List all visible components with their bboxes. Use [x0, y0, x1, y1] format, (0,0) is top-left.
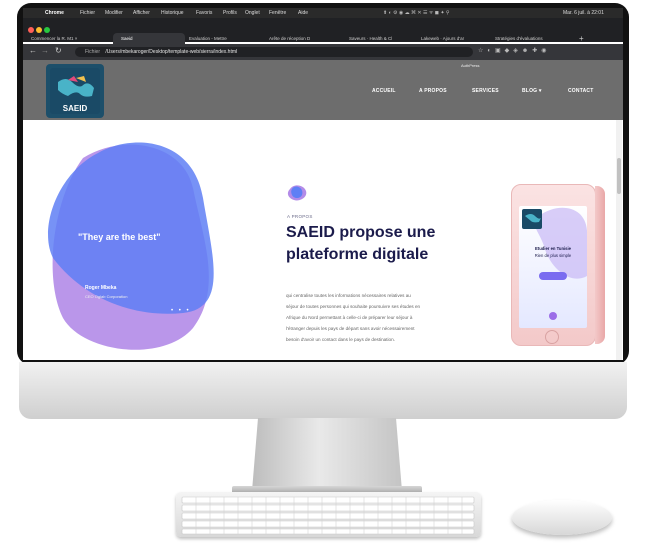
keyboard	[176, 492, 481, 537]
phone-home-button	[545, 330, 559, 344]
new-tab-button[interactable]: +	[579, 33, 589, 44]
tab-commencer[interactable]: Commencer la R. M1 ×	[31, 33, 109, 44]
testimonial-company: CEO Oglab Corporation	[85, 294, 128, 299]
phone-side	[595, 186, 605, 344]
hero-body-line: qui centralise toutes les informations n…	[286, 293, 411, 298]
keyboard-keys	[181, 496, 475, 535]
nav-blog[interactable]: BLOG ▾	[522, 88, 542, 94]
monitor-stand	[252, 418, 402, 491]
menu-item-tab[interactable]: Onglet	[245, 8, 260, 18]
status-icons: ⬆ ◐ ⚙ ◉ ☁ ⌘ ✕ ☰ ᯤ ◼ ✦ ⚲	[383, 10, 450, 16]
phone-screen: Etudier en Tunisie Rien de plus simple	[519, 206, 587, 328]
hero-body-line: l'étranger depuis les pays de départ san…	[286, 326, 415, 331]
decor-blob-icon	[287, 185, 307, 201]
tab-saeid[interactable]: Saeid	[113, 33, 185, 44]
tab-saeid-label: Saeid	[121, 36, 133, 41]
menu-item-window[interactable]: Fenêtre	[269, 8, 286, 18]
menu-app-name[interactable]: Chrome	[45, 8, 64, 18]
address-bar[interactable]: Fichier /Users/mbekaroger/Desktop/templa…	[75, 47, 473, 57]
hero-blob-graphic	[48, 142, 214, 350]
tab-lakeweb[interactable]: Lakeweb · Ajours d'ar	[421, 33, 487, 44]
mouse	[512, 500, 612, 535]
menu-item-edit[interactable]: Modifier	[105, 8, 123, 18]
tab-saveurs[interactable]: Saveurs · Health & Cl	[349, 33, 411, 44]
nav-accueil[interactable]: ACCUEIL	[372, 88, 396, 94]
url-text: /Users/mbekaroger/Desktop/template-web/s…	[105, 49, 238, 55]
testimonial-author: Roger Mbeka	[85, 285, 117, 291]
extension-icons[interactable]: ☆◐▣◆◈☻✚◉	[478, 47, 618, 57]
testimonial-quote: "They are the best"	[78, 232, 161, 242]
back-icon[interactable]: ←	[29, 46, 37, 55]
menu-item-help[interactable]: Aide	[298, 8, 308, 18]
tab-evaluation[interactable]: Evaluation - Mettre	[189, 33, 261, 44]
hero-title-line2: plateforme digitale	[286, 246, 429, 263]
url-scheme: Fichier	[85, 49, 101, 55]
page-scrollbar[interactable]	[616, 120, 622, 360]
phone-text-2: Rien de plus simple	[534, 253, 572, 258]
nav-contact[interactable]: CONTACT	[568, 88, 593, 94]
macos-menubar: Chrome Fichier Modifier Afficher Histori…	[23, 8, 623, 18]
logo-text: SAEID	[62, 104, 88, 113]
monitor-chin	[19, 362, 627, 419]
nav-a-propos[interactable]: A PROPOS	[419, 88, 447, 94]
phone-text-1: Etudier en Tunisie	[535, 246, 571, 251]
menu-item-view[interactable]: Afficher	[133, 8, 150, 18]
hero-body-line: besoin d'avoir un contact dans le pays d…	[286, 337, 395, 342]
hero-title-line1: SAEID propose une	[286, 224, 436, 241]
top-small-text: AuthPress	[461, 63, 480, 68]
menu-item-profiles[interactable]: Profils	[223, 8, 237, 18]
site-logo[interactable]: SAEID	[46, 64, 104, 118]
nav-services[interactable]: SERVICES	[472, 88, 499, 94]
menu-item-file[interactable]: Fichier	[80, 8, 95, 18]
hero-body-line: Afrique du Nord permettant à celle-ci de…	[286, 315, 413, 320]
page-scrollbar-thumb[interactable]	[617, 158, 621, 194]
carousel-dots[interactable]: • • •	[171, 308, 191, 314]
hero-body-line: séjour de toutes personnes qui souhaite …	[286, 304, 421, 309]
clock[interactable]: Mar. 6 juil. à 22:01	[563, 8, 604, 18]
section-eyebrow: A PROPOS	[287, 214, 313, 219]
tab-strategies[interactable]: Stratégies d'évaluations	[495, 33, 565, 44]
reload-icon[interactable]: ↻	[55, 46, 62, 55]
phone-screen-graphic	[522, 207, 587, 320]
tab-arete[interactable]: Arête de réception D	[269, 33, 341, 44]
forward-icon[interactable]: →	[41, 46, 49, 55]
screen: Chrome Fichier Modifier Afficher Histori…	[23, 8, 623, 360]
hero-body: qui centralise toutes les informations n…	[286, 290, 486, 345]
menu-item-bookmarks[interactable]: Favoris	[196, 8, 212, 18]
menu-item-history[interactable]: Historique	[161, 8, 184, 18]
